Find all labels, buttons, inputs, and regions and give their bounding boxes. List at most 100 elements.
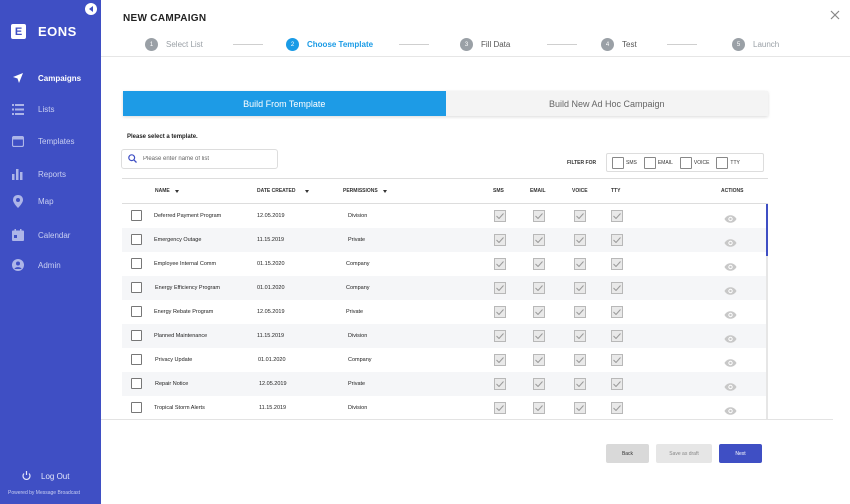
- step-select-list[interactable]: 1 Select List: [145, 38, 203, 51]
- row-date: 01.01.2020: [258, 357, 286, 363]
- filter-email[interactable]: EMAIL: [643, 156, 673, 169]
- list-icon: [11, 103, 24, 116]
- filter-checkbox[interactable]: [716, 156, 729, 169]
- save-as-draft-button[interactable]: Save as draft: [656, 444, 712, 463]
- sms-check-icon: [494, 402, 506, 414]
- tty-check-icon: [611, 210, 623, 222]
- brand-name: EONS: [38, 24, 77, 39]
- filter-checkbox[interactable]: [643, 156, 656, 169]
- filter-checkbox[interactable]: [679, 156, 692, 169]
- sidebar-item-templates[interactable]: Templates: [11, 134, 74, 148]
- sidebar-item-campaigns[interactable]: Campaigns: [11, 71, 81, 85]
- table-row[interactable]: Deferred Payment Program 12.05.2019 Divi…: [122, 204, 768, 228]
- row-permissions: Private: [348, 381, 366, 387]
- tty-check-icon: [611, 234, 623, 246]
- step-fill-data[interactable]: 3 Fill Data: [460, 38, 510, 51]
- step-label: Launch: [753, 40, 780, 49]
- row-name: Employee Internal Comm: [154, 261, 217, 267]
- row-checkbox[interactable]: [131, 378, 142, 389]
- close-icon[interactable]: [830, 7, 842, 20]
- filter-checkbox[interactable]: [612, 156, 624, 169]
- column-header-tty: TTY: [611, 188, 621, 194]
- row-checkbox[interactable]: [131, 282, 142, 293]
- email-check-icon: [533, 330, 545, 342]
- row-name: Privacy Update: [155, 357, 193, 363]
- search-input[interactable]: [143, 156, 273, 162]
- tty-check-icon: [611, 330, 623, 342]
- tab-build-from-template[interactable]: Build From Template: [123, 91, 446, 116]
- back-button[interactable]: Back: [606, 444, 649, 463]
- column-header-name[interactable]: NAME: [155, 188, 179, 194]
- tab-build-ad-hoc[interactable]: Build New Ad Hoc Campaign: [445, 91, 768, 116]
- table-row[interactable]: Planned Maintenance 11.15.2019 Division: [122, 324, 768, 348]
- eye-icon[interactable]: [724, 283, 737, 295]
- row-checkbox[interactable]: [131, 210, 142, 221]
- step-test[interactable]: 4 Test: [601, 38, 637, 51]
- row-permissions: Division: [348, 405, 368, 411]
- sidebar-item-map[interactable]: Map: [11, 194, 54, 208]
- step-choose-template[interactable]: 2 Choose Template: [286, 38, 373, 51]
- sms-check-icon: [494, 282, 506, 294]
- table-row[interactable]: Employee Internal Comm 01.15.2020 Compan…: [122, 252, 768, 276]
- template-table-body: Deferred Payment Program 12.05.2019 Divi…: [122, 204, 768, 419]
- eye-icon[interactable]: [724, 403, 737, 415]
- table-row[interactable]: Energy Rebate Program 12.05.2019 Private: [122, 300, 768, 324]
- next-button[interactable]: Next: [719, 444, 762, 463]
- row-checkbox[interactable]: [131, 402, 142, 413]
- row-checkbox[interactable]: [131, 330, 142, 341]
- row-permissions: Company: [346, 261, 370, 267]
- brand-logo: E: [11, 24, 26, 39]
- step-launch[interactable]: 5 Launch: [732, 38, 779, 51]
- row-checkbox[interactable]: [131, 258, 142, 269]
- row-permissions: Company: [348, 357, 372, 363]
- voice-check-icon: [574, 402, 586, 414]
- table-row[interactable]: Emergency Outage 11.15.2019 Private: [122, 228, 768, 252]
- row-name: Energy Rebate Program: [154, 309, 214, 315]
- logout-button[interactable]: Log Out: [22, 467, 69, 485]
- logout-label: Log Out: [41, 471, 70, 481]
- sidebar-item-reports[interactable]: Reports: [11, 167, 66, 181]
- row-date: 12.05.2019: [257, 213, 285, 219]
- eye-icon[interactable]: [724, 307, 737, 319]
- table-row[interactable]: Repair Notice 12.05.2019 Private: [122, 372, 768, 396]
- table-row[interactable]: Energy Efficiency Program 01.01.2020 Com…: [122, 276, 768, 300]
- eye-icon[interactable]: [724, 259, 737, 271]
- row-permissions: Private: [346, 309, 364, 315]
- collapse-sidebar-button[interactable]: [85, 3, 97, 15]
- eye-icon[interactable]: [724, 211, 737, 223]
- email-check-icon: [533, 282, 545, 294]
- filter-tty[interactable]: TTY: [716, 156, 740, 169]
- eye-icon[interactable]: [724, 379, 737, 391]
- sidebar-item-calendar[interactable]: Calendar: [11, 228, 70, 242]
- filter-option-label: EMAIL: [657, 159, 673, 166]
- template-icon: [11, 135, 24, 148]
- table-row[interactable]: Privacy Update 01.01.2020 Company: [122, 348, 768, 372]
- filter-options: SMS EMAIL VOICE TTY: [606, 153, 764, 172]
- eye-icon[interactable]: [724, 355, 737, 367]
- email-check-icon: [533, 234, 545, 246]
- email-check-icon: [533, 402, 545, 414]
- bar-chart-icon: [11, 168, 24, 181]
- column-header-permissions[interactable]: PERMISSIONS: [343, 188, 387, 194]
- filter-voice[interactable]: VOICE: [679, 156, 709, 169]
- table-scrollbar-thumb[interactable]: [766, 204, 768, 256]
- filter-option-label: TTY: [730, 159, 740, 166]
- tty-check-icon: [611, 306, 623, 318]
- row-checkbox[interactable]: [131, 306, 142, 317]
- step-connector: [547, 44, 577, 45]
- table-row[interactable]: Tropical Storm Alerts 11.15.2019 Divisio…: [122, 396, 768, 419]
- eye-icon[interactable]: [724, 331, 737, 343]
- column-header-date-created[interactable]: DATE CREATED: [257, 188, 310, 194]
- divider: [101, 419, 833, 420]
- step-connector: [399, 44, 429, 45]
- page-title: NEW CAMPAIGN: [123, 13, 207, 24]
- filter-sms[interactable]: SMS: [612, 156, 637, 169]
- eye-icon[interactable]: [724, 235, 737, 247]
- sidebar-item-lists[interactable]: Lists: [11, 102, 54, 116]
- build-mode-tabs: Build From Template Build New Ad Hoc Cam…: [123, 91, 768, 116]
- row-checkbox[interactable]: [131, 234, 142, 245]
- sidebar-item-admin[interactable]: Admin: [11, 258, 61, 272]
- row-checkbox[interactable]: [131, 354, 142, 365]
- sort-caret-icon: [382, 189, 387, 193]
- voice-check-icon: [574, 210, 586, 222]
